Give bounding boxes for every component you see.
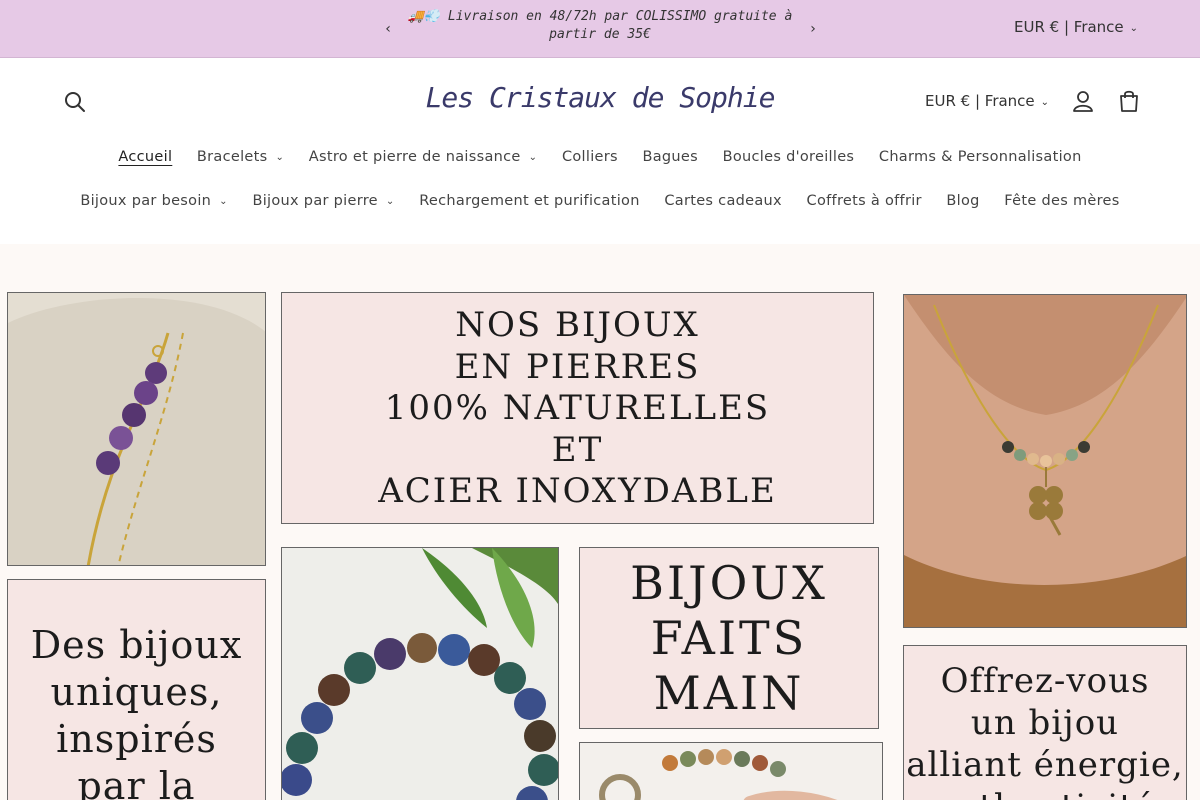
announcement-currency-label: EUR € | France [1014,18,1124,36]
natural-stones-line: EN PIERRES [454,346,701,387]
natural-stones-text: NOS BIJOUX EN PIERRES 100% NATURELLES ET… [282,293,873,513]
chevron-down-icon: ⌄ [385,196,395,207]
natural-stones-line: 100% NATURELLES [384,388,771,428]
main-nav-row-2: Bijoux par besoin ⌄ Bijoux par pierre ⌄ Re… [0,193,1200,209]
stone-bracelet-image[interactable] [281,547,559,800]
offer-banner[interactable]: Offrez-vous un bijou alliant énergie, au… [903,645,1187,800]
main-nav-row-1: Accueil Bracelets ⌄ Astro et pierre de na… [0,149,1200,165]
nav-item-boucles[interactable]: Boucles d'oreilles [723,149,855,165]
hero-collage: NOS BIJOUX EN PIERRES 100% NATURELLES ET… [0,244,1200,800]
nav-item-fete-des-meres[interactable]: Fête des mères [1004,193,1119,209]
nav-item-label: Bracelets [196,149,268,165]
unique-jewellery-line: par la [77,764,196,800]
nav-item-label: Bijoux par pierre [252,193,378,209]
beads-image[interactable] [579,742,883,800]
announcement-bar: ‹ 🚚💨 Livraison en 48/72h par COLISSIMO g… [0,0,1200,58]
site-header: Les Cristaux de Sophie EUR € | France ⌄ A… [0,59,1200,244]
nav-item-label: Bijoux par besoin [80,193,212,209]
nav-item-coffrets[interactable]: Coffrets à offrir [807,193,922,209]
announcement-prev-arrow-icon[interactable]: ‹ [378,18,398,40]
chevron-down-icon: ⌄ [1129,23,1139,34]
chevron-down-icon: ⌄ [275,152,285,163]
chevron-down-icon: ⌄ [528,152,538,163]
nav-item-colliers[interactable]: Colliers [562,149,618,165]
offer-text: Offrez-vous un bijou alliant énergie, au… [904,646,1186,800]
nav-item-charms[interactable]: Charms & Personnalisation [879,149,1082,165]
unique-jewellery-text: Des bijoux uniques, inspirés par la [8,580,265,800]
handmade-line: MAIN [653,666,805,720]
account-icon[interactable] [1070,88,1096,114]
offer-line: authenticité [904,786,1186,800]
search-icon[interactable] [62,89,88,115]
unique-jewellery-line: uniques, [50,670,223,714]
nav-item-blog[interactable]: Blog [946,193,979,209]
nav-item-cartes-cadeaux[interactable]: Cartes cadeaux [664,193,782,209]
natural-stones-line: ET [551,429,604,470]
announcement-next-arrow-icon[interactable]: › [803,18,823,40]
unique-jewellery-line: inspirés [56,717,217,761]
header-currency-label: EUR € | France [925,92,1035,110]
offer-line: alliant énergie, [906,745,1184,785]
natural-stones-banner[interactable]: NOS BIJOUX EN PIERRES 100% NATURELLES ET… [281,292,874,524]
unique-jewellery-line: Des bijoux [30,623,243,667]
nav-item-bagues[interactable]: Bagues [642,149,698,165]
offer-line: Offrez-vous [940,661,1150,701]
handmade-line: BIJOUX [630,556,828,610]
clover-necklace-image[interactable] [903,294,1187,628]
nav-item-bijoux-besoin[interactable]: Bijoux par besoin ⌄ [80,193,227,209]
unique-jewellery-banner[interactable]: Des bijoux uniques, inspirés par la [7,579,266,800]
nav-item-astro[interactable]: Astro et pierre de naissance ⌄ [309,149,538,165]
handmade-line: FAITS [650,611,808,665]
chevron-down-icon: ⌄ [1040,97,1050,108]
announcement-currency-selector[interactable]: EUR € | France ⌄ [1014,18,1138,36]
natural-stones-line: ACIER INOXYDABLE [378,471,777,511]
offer-line: un bijou [970,703,1120,743]
site-logo[interactable]: Les Cristaux de Sophie [400,81,800,114]
nav-item-bracelets[interactable]: Bracelets ⌄ [197,149,284,165]
header-currency-selector[interactable]: EUR € | France ⌄ [925,92,1049,110]
nav-item-rechargement[interactable]: Rechargement et purification [419,193,640,209]
cart-icon[interactable] [1116,88,1142,114]
announcement-message: 🚚💨 Livraison en 48/72h par COLISSIMO gra… [407,9,793,42]
natural-stones-line: NOS BIJOUX [455,305,700,345]
handmade-text: BIJOUX FAITS MAIN [580,548,878,721]
amethyst-bracelet-image[interactable] [7,292,266,566]
nav-item-accueil[interactable]: Accueil [118,149,172,165]
chevron-down-icon: ⌄ [219,196,228,207]
nav-item-label: Astro et pierre de naissance [308,149,521,165]
nav-item-bijoux-pierre[interactable]: Bijoux par pierre ⌄ [252,193,394,209]
handmade-banner[interactable]: BIJOUX FAITS MAIN [579,547,879,729]
